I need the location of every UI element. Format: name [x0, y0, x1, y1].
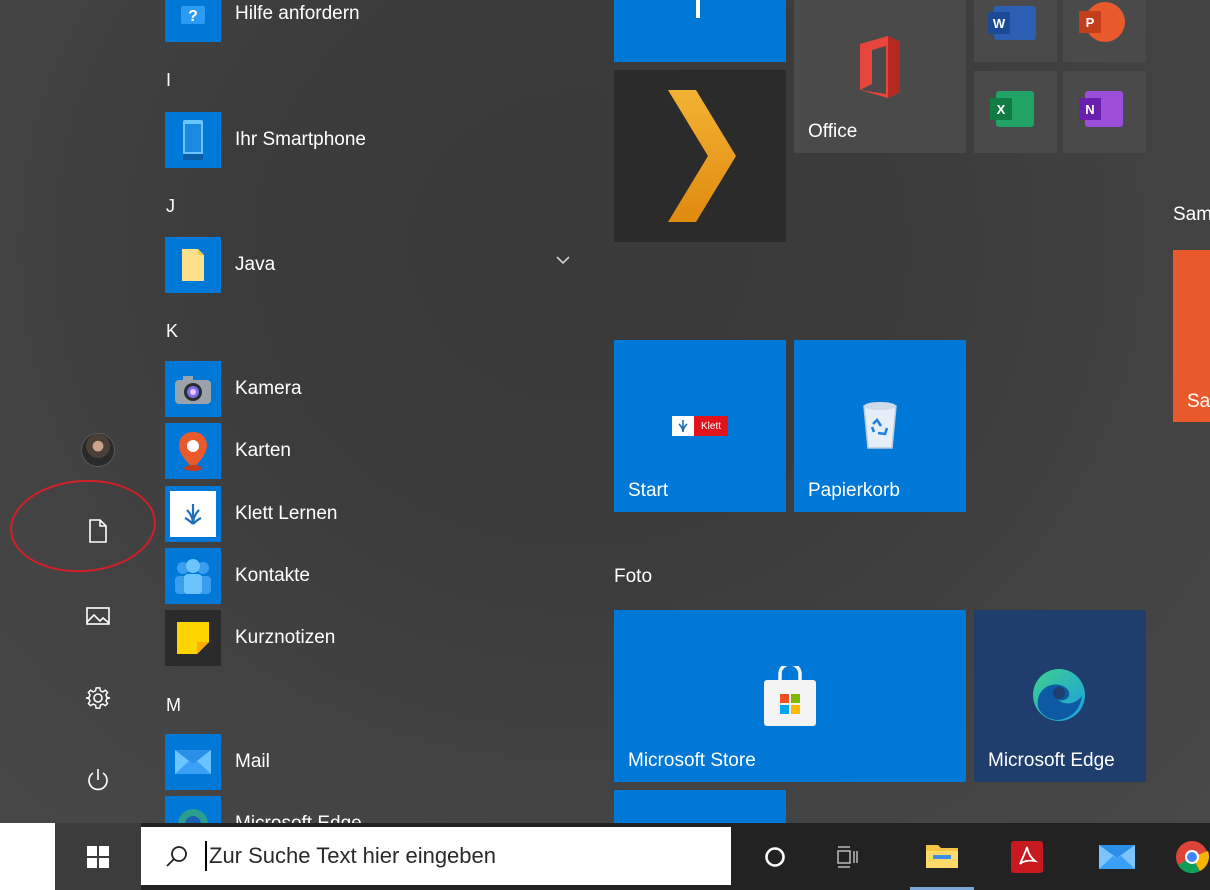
taskbar: Zur Suche Text hier eingeben [55, 823, 1210, 890]
app-label: Ihr Smartphone [235, 129, 366, 150]
gear-icon [85, 687, 111, 709]
klett-logo-icon [165, 486, 221, 542]
tile-label: Start [628, 480, 669, 501]
edge-icon [165, 796, 221, 823]
word-icon: W [988, 12, 1010, 34]
tile-plex[interactable] [614, 70, 786, 242]
contacts-icon [165, 548, 221, 604]
app-kamera[interactable]: Kamera [165, 361, 585, 417]
start-menu: ? Hilfe anfordern I Ihr Smartphone J Jav… [0, 0, 1210, 823]
pictures-button[interactable] [70, 588, 126, 644]
task-view-icon [837, 845, 858, 868]
search-icon [166, 846, 187, 867]
task-view-button[interactable] [815, 823, 879, 890]
search-box[interactable]: Zur Suche Text hier eingeben [141, 827, 731, 885]
office-logo-icon [860, 36, 900, 98]
acrobat-icon [1011, 840, 1043, 873]
tile-microsoft-edge[interactable]: Microsoft Edge [974, 610, 1146, 782]
tile-label: Papierkorb [808, 480, 900, 501]
tile-top-blue[interactable] [614, 0, 786, 62]
app-label: Java [235, 254, 276, 275]
group-header-partial[interactable]: Sam [1173, 204, 1210, 226]
tile-word[interactable]: W [974, 0, 1057, 62]
powerpoint-icon: P [1079, 11, 1101, 33]
app-label: Kontakte [235, 565, 310, 586]
windows-logo-icon [87, 845, 109, 868]
tile-office[interactable]: Office [794, 0, 966, 153]
chevron-down-icon[interactable] [555, 255, 571, 265]
cortana-circle-icon [765, 846, 785, 867]
app-label: Microsoft Edge [235, 813, 362, 823]
mail-taskbar-button[interactable] [1080, 823, 1154, 890]
tile-label: Office [808, 121, 858, 142]
user-avatar [81, 433, 115, 467]
app-java[interactable]: Java [165, 237, 585, 293]
tile-start[interactable]: Klett Start [614, 340, 786, 512]
tile-label: Sa [1187, 391, 1210, 412]
app-label: Karten [235, 440, 291, 461]
svg-text:?: ? [188, 8, 198, 25]
excel-icon: X [990, 98, 1012, 120]
app-label: Hilfe anfordern [235, 3, 360, 24]
recycle-bin-icon [863, 402, 897, 449]
settings-button[interactable] [70, 670, 126, 726]
tile-papierkorb[interactable]: Papierkorb [794, 340, 966, 512]
app-karten[interactable]: Karten [165, 423, 585, 479]
chrome-icon [1176, 840, 1209, 873]
tile-microsoft-store[interactable]: Microsoft Store [614, 610, 966, 782]
app-label: Kurznotizen [235, 627, 336, 648]
start-button[interactable] [55, 823, 141, 890]
letter-header-m[interactable]: M [166, 695, 181, 716]
edge-icon [1033, 669, 1085, 721]
folder-icon [165, 237, 221, 293]
picture-icon [86, 607, 110, 625]
letter-header-j[interactable]: J [166, 196, 175, 217]
tile-excel[interactable]: X [974, 71, 1057, 153]
tile-orange-partial[interactable]: Sa [1173, 250, 1210, 422]
letter-header-k[interactable]: K [166, 321, 178, 342]
power-button[interactable] [70, 752, 126, 808]
tile-bottom-partial[interactable] [614, 790, 786, 823]
app-mail[interactable]: Mail [165, 734, 585, 790]
tile-label: Microsoft Store [628, 750, 756, 771]
user-account-button[interactable] [70, 422, 126, 478]
group-header-foto[interactable]: Foto [614, 566, 652, 588]
file-explorer-button[interactable] [910, 823, 974, 890]
tile-onenote[interactable]: N [1063, 71, 1146, 153]
app-microsoft-edge[interactable]: Microsoft Edge [165, 796, 585, 823]
plex-chevron-icon [668, 90, 736, 222]
smartphone-icon [165, 112, 221, 168]
folder-icon [926, 845, 958, 868]
map-pin-icon [165, 423, 221, 479]
search-input[interactable]: Zur Suche Text hier eingeben [209, 843, 496, 869]
mail-icon [1099, 844, 1135, 869]
onenote-icon: N [1079, 98, 1101, 120]
chrome-button[interactable] [1165, 823, 1210, 890]
annotation-circle [6, 475, 160, 577]
help-icon: ? [165, 0, 221, 42]
store-bag-icon [764, 666, 816, 726]
camera-icon [165, 361, 221, 417]
sticky-notes-icon [165, 610, 221, 666]
app-label: Mail [235, 751, 270, 772]
app-klett-lernen[interactable]: Klett Lernen [165, 486, 585, 542]
text-caret [205, 841, 207, 871]
app-kontakte[interactable]: Kontakte [165, 548, 585, 604]
app-hilfe-anfordern[interactable]: ? Hilfe anfordern [165, 0, 585, 42]
mail-icon [165, 734, 221, 790]
app-label: Klett Lernen [235, 503, 338, 524]
tile-label: Microsoft Edge [988, 750, 1115, 771]
cortana-button[interactable] [745, 823, 805, 890]
app-label: Kamera [235, 378, 302, 399]
tile-powerpoint[interactable]: P [1063, 0, 1146, 62]
letter-header-i[interactable]: I [166, 70, 171, 91]
acrobat-button[interactable] [995, 823, 1059, 890]
app-ihr-smartphone[interactable]: Ihr Smartphone [165, 112, 585, 168]
app-kurznotizen[interactable]: Kurznotizen [165, 610, 585, 666]
power-icon [88, 769, 108, 791]
klett-logo: Klett [672, 416, 728, 436]
